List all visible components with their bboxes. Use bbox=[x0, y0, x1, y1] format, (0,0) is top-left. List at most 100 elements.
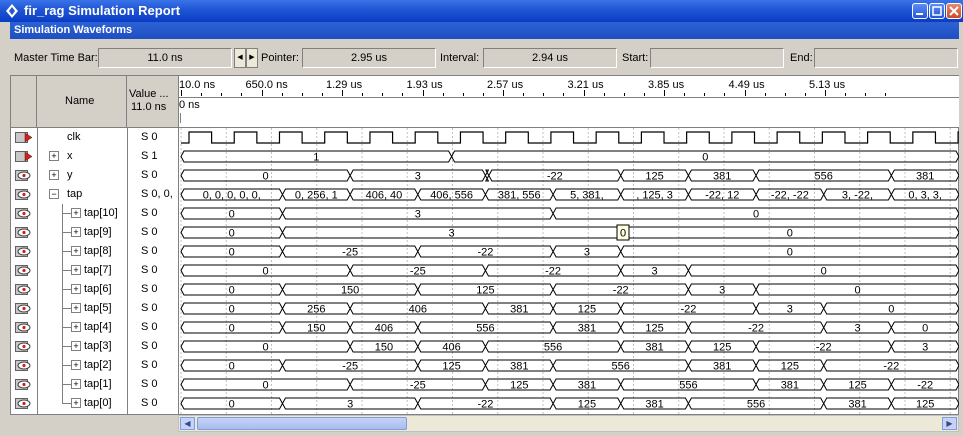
tree-line bbox=[62, 308, 71, 309]
expand-icon[interactable]: + bbox=[71, 284, 81, 294]
signal-value: S 0 bbox=[141, 226, 158, 238]
tree-line bbox=[62, 251, 71, 252]
value-column-header[interactable]: Value ... 11.0 ns bbox=[127, 76, 179, 128]
bus-segment-value: 3 bbox=[787, 304, 793, 316]
waveform-canvas[interactable]: 1 0 0 3 -22 125 381 556 381 0, 0, 0, 0, 0, 0, 256,… bbox=[179, 128, 959, 416]
timeline-ruler[interactable]: 10.0 ns 650.0 ns 1.29 us 1.93 us 2.57 us 3.21… bbox=[179, 76, 959, 128]
signal-name: tap[7] bbox=[84, 264, 112, 276]
arrow-right-icon: ▶ bbox=[249, 54, 255, 61]
output-pin-icon bbox=[15, 189, 31, 200]
signal-value: S 0 bbox=[141, 169, 158, 181]
bus-segment-value: -25 bbox=[342, 361, 358, 373]
expand-icon[interactable]: + bbox=[49, 170, 59, 180]
scrollbar-thumb[interactable] bbox=[197, 417, 407, 430]
timeline-minor-tick bbox=[382, 93, 384, 96]
timeline-minor-tick bbox=[321, 93, 323, 96]
bus-segment-value: 406, 40 bbox=[366, 190, 403, 202]
signal-name: tap[3] bbox=[84, 340, 112, 352]
expand-icon[interactable]: + bbox=[71, 398, 81, 408]
timeline-minor-tick bbox=[402, 93, 404, 96]
name-column-header[interactable]: Name bbox=[37, 76, 127, 128]
timeline-tick bbox=[583, 90, 585, 96]
expand-icon[interactable]: + bbox=[71, 322, 81, 332]
bus-segment-value: -22 bbox=[477, 399, 493, 411]
signal-value: S 0 bbox=[141, 321, 158, 333]
expand-icon[interactable]: + bbox=[71, 208, 81, 218]
signal-value: S 0 bbox=[141, 264, 158, 276]
expand-icon[interactable]: + bbox=[71, 379, 81, 389]
bus-segment-value: 3 bbox=[584, 247, 590, 259]
maximize-icon bbox=[932, 6, 942, 16]
bus-segment-value: 3 bbox=[415, 171, 421, 183]
bus-segment-value: -22 bbox=[917, 380, 933, 392]
start-field bbox=[650, 48, 784, 68]
bus-segment-value: 406 bbox=[375, 323, 393, 335]
bus-segment-value: 0 bbox=[263, 342, 269, 354]
section-header: Simulation Waveforms bbox=[10, 22, 959, 39]
expand-icon[interactable]: + bbox=[71, 341, 81, 351]
output-pin-icon bbox=[15, 208, 31, 219]
start-label: Start: bbox=[622, 52, 649, 64]
timeline-tick bbox=[342, 90, 343, 96]
time-bar-prev-button[interactable]: ◀ bbox=[234, 48, 246, 68]
expand-icon[interactable]: + bbox=[71, 303, 81, 313]
horizontal-scrollbar[interactable]: ◀ ▶ bbox=[178, 415, 959, 432]
scroll-left-button[interactable]: ◀ bbox=[180, 417, 195, 430]
bus-segment-value: -22, 12 bbox=[705, 190, 739, 202]
bus-segment-value: 0 bbox=[753, 209, 759, 221]
bus-segment-value: 0 bbox=[702, 152, 708, 164]
expand-icon[interactable]: + bbox=[71, 246, 81, 256]
icon-column-header bbox=[11, 76, 37, 128]
output-pin-icon bbox=[15, 398, 31, 409]
bus-segment-value: -25 bbox=[342, 247, 358, 259]
bus-segment-value: 0 bbox=[821, 266, 827, 278]
value-column-time: 11.0 ns bbox=[131, 101, 167, 113]
signal-name: tap[9] bbox=[84, 226, 112, 238]
expand-icon[interactable]: + bbox=[71, 360, 81, 370]
bus-segment-value: 0, 0, 0, 0, 0, bbox=[203, 190, 261, 202]
timeline-minor-tick bbox=[281, 93, 283, 96]
bus-segment-value: 3 bbox=[854, 323, 860, 335]
timeline-minor-tick bbox=[301, 93, 303, 96]
output-pin-icon bbox=[15, 246, 31, 257]
master-time-bar-field[interactable]: 11.0 ns bbox=[98, 48, 232, 68]
scroll-right-button[interactable]: ▶ bbox=[942, 417, 957, 430]
waveform-grid: Name Value ... 11.0 ns 10.0 ns 650.0 ns 1.… bbox=[10, 75, 959, 416]
bus-segment-value: , 125, 3 bbox=[636, 190, 673, 202]
maximize-button[interactable] bbox=[929, 3, 945, 19]
bus-segment-value: 381 bbox=[510, 304, 528, 316]
timeline-tick-label: 10.0 ns bbox=[179, 79, 216, 91]
expand-icon[interactable]: + bbox=[49, 151, 59, 161]
bus-segment-value: 406, 556 bbox=[430, 190, 473, 202]
bus-segment-value: 125 bbox=[848, 380, 866, 392]
tree-line bbox=[62, 213, 71, 214]
signal-value: S 0 bbox=[141, 245, 158, 257]
timeline-minor-tick bbox=[704, 93, 706, 96]
expand-icon[interactable]: + bbox=[71, 265, 81, 275]
bus-segment-value: -22 bbox=[613, 285, 629, 297]
bus-segment-value: 556 bbox=[476, 323, 494, 335]
bus-segment-value: 0, 3, 3, bbox=[908, 190, 942, 202]
bus-segment-value: 0 bbox=[263, 380, 269, 392]
bus-segment-value: -25 bbox=[410, 380, 426, 392]
timeline-tick-label: 4.49 us bbox=[728, 79, 765, 91]
minimize-button[interactable] bbox=[912, 3, 928, 19]
expand-icon[interactable]: + bbox=[71, 227, 81, 237]
timeline-tick-label: 1.93 us bbox=[406, 79, 443, 91]
bus-segment-value: 0 bbox=[229, 247, 235, 259]
pointer-field: 2.95 us bbox=[302, 48, 436, 68]
tree-line bbox=[62, 327, 71, 328]
time-bar-next-button[interactable]: ▶ bbox=[246, 48, 258, 68]
bus-segment-value: 150 bbox=[307, 323, 325, 335]
tree-line bbox=[62, 270, 71, 271]
timeline-minor-tick bbox=[623, 93, 625, 96]
bus-segment-value: 125 bbox=[476, 285, 494, 297]
window-title-bar[interactable]: fir_rag Simulation Report bbox=[0, 0, 963, 22]
bus-segment-value: -22 bbox=[547, 171, 563, 183]
bus-segment-value: 556 bbox=[612, 361, 630, 373]
close-button[interactable] bbox=[946, 3, 962, 19]
icon-column-divider bbox=[37, 128, 38, 416]
signal-value: S 0 bbox=[141, 283, 158, 295]
timeline-minor-tick bbox=[563, 93, 565, 96]
collapse-icon[interactable]: − bbox=[49, 189, 59, 199]
